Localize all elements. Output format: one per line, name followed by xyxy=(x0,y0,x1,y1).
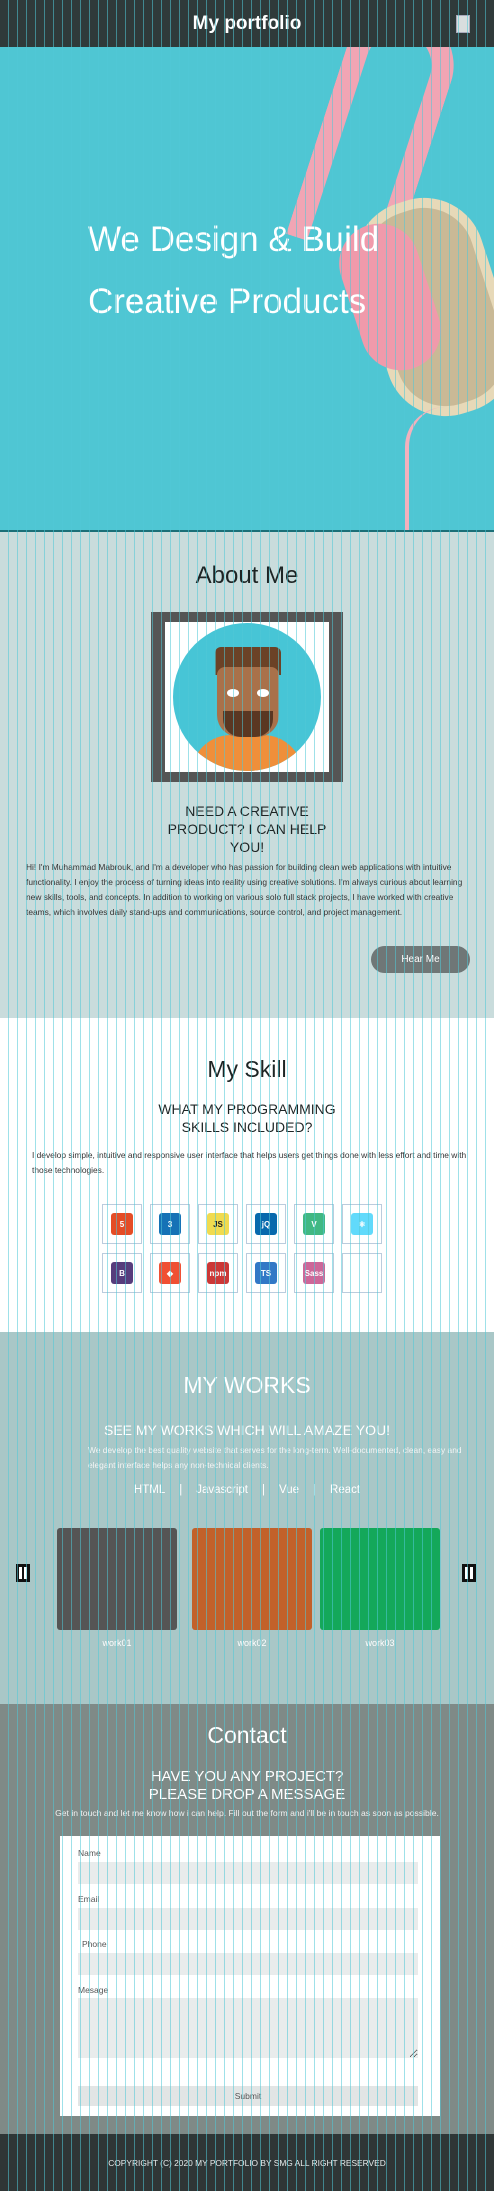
typescript-icon: TS xyxy=(255,1262,277,1284)
filter-vue[interactable]: Vue xyxy=(279,1484,299,1496)
work-card-1[interactable] xyxy=(57,1528,177,1630)
avatar xyxy=(173,623,321,771)
git-icon: ◆ xyxy=(159,1262,181,1284)
contact-paragraph: Get in touch and let me know how i can h… xyxy=(55,1808,439,1818)
skill-tile[interactable]: TS xyxy=(246,1253,286,1293)
about-title: About Me xyxy=(195,562,299,589)
submit-button[interactable]: Submit xyxy=(78,2086,418,2106)
hero-section: We Design & Build Creative Products xyxy=(0,47,494,532)
skills-section: My Skill WHAT MY PROGRAMMING SKILLS INCL… xyxy=(0,1018,494,1332)
npm-icon: npm xyxy=(207,1262,229,1284)
menu-icon[interactable] xyxy=(456,15,470,33)
skill-tile[interactable]: 3 xyxy=(150,1204,190,1244)
name-label: Name xyxy=(78,1848,101,1858)
avatar-eye-right xyxy=(257,689,269,697)
skill-tile[interactable]: ⚛ xyxy=(342,1204,382,1244)
filter-javascript[interactable]: Javascript xyxy=(196,1484,248,1496)
skill-tile[interactable]: jQ xyxy=(246,1204,286,1244)
works-title: MY WORKS xyxy=(183,1372,311,1398)
work-label-3: work03 xyxy=(365,1638,395,1648)
copyright-text: COPYRIGHT (C) 2020 MY PORTFOLIO BY SMG A… xyxy=(108,2157,386,2168)
phone-label: Phone xyxy=(82,1939,107,1949)
vue-icon: V xyxy=(303,1213,325,1235)
skill-tile[interactable]: B xyxy=(102,1253,142,1293)
works-filters: HTML | Javascript | Vue | React xyxy=(0,1484,494,1496)
work-card-3[interactable] xyxy=(320,1528,440,1630)
skills-paragraph: I develop simple, intuitive and responsi… xyxy=(32,1150,467,1175)
skills-subtitle: WHAT MY PROGRAMMING SKILLS INCLUDED? xyxy=(158,1101,336,1135)
jquery-icon: jQ xyxy=(255,1213,277,1235)
filter-separator: | xyxy=(313,1484,317,1496)
contact-form: Name Email Phone Mesage Submit xyxy=(60,1836,440,2116)
name-field[interactable] xyxy=(78,1862,418,1884)
css3-icon: 3 xyxy=(159,1213,181,1235)
phone-field[interactable] xyxy=(78,1953,418,1975)
skill-tile[interactable]: 5 xyxy=(102,1204,142,1244)
about-paragraph: Hi! I'm Muhammad Mabrouk, and I'm a deve… xyxy=(26,862,463,917)
filter-react[interactable]: React xyxy=(330,1484,360,1496)
footer: COPYRIGHT (C) 2020 MY PORTFOLIO BY SMG A… xyxy=(0,2134,494,2191)
works-subtitle: SEE MY WORKS WHICH WILL AMAZE YOU! xyxy=(103,1422,390,1438)
skill-tile[interactable]: npm xyxy=(198,1253,238,1293)
work-label-2: work02 xyxy=(237,1638,267,1648)
filter-separator: | xyxy=(179,1484,183,1496)
filter-separator: | xyxy=(262,1484,265,1496)
top-navbar: My portfolio xyxy=(0,0,494,47)
skill-tile[interactable]: JS xyxy=(198,1204,238,1244)
email-field[interactable] xyxy=(78,1908,418,1930)
skill-tile[interactable]: V xyxy=(294,1204,334,1244)
filter-html[interactable]: HTML xyxy=(134,1484,165,1496)
work-label-1: work01 xyxy=(102,1638,132,1648)
skill-tile[interactable]: Sass xyxy=(294,1253,334,1293)
avatar-frame xyxy=(151,612,343,782)
sass-icon: Sass xyxy=(303,1262,325,1284)
avatar-beard xyxy=(223,711,273,737)
contact-section: Contact HAVE YOU ANY PROJECT? PLEASE DRO… xyxy=(0,1704,494,2134)
skill-tile[interactable] xyxy=(342,1253,382,1293)
avatar-shirt xyxy=(191,735,303,771)
hear-me-button[interactable]: Hear Me xyxy=(371,946,470,973)
works-paragraph: We develop the best quality website that… xyxy=(88,1445,462,1470)
works-section: MY WORKS SEE MY WORKS WHICH WILL AMAZE Y… xyxy=(0,1332,494,1704)
avatar-background xyxy=(165,622,329,772)
message-field[interactable] xyxy=(78,1998,418,2058)
bootstrap-icon: B xyxy=(111,1262,133,1284)
email-label: Email xyxy=(78,1894,100,1904)
about-subtitle: NEED A CREATIVE PRODUCT? I CAN HELP YOU! xyxy=(167,803,327,855)
html5-icon: 5 xyxy=(111,1213,133,1235)
skills-title: My Skill xyxy=(207,1056,287,1082)
slider-prev-icon[interactable] xyxy=(16,1564,30,1582)
react-icon: ⚛ xyxy=(351,1213,373,1235)
avatar-eye-left xyxy=(227,689,239,697)
contact-title: Contact xyxy=(207,1722,287,1748)
message-label: Mesage xyxy=(78,1985,109,1995)
headphones-cable-image xyxy=(405,407,465,530)
javascript-icon: JS xyxy=(207,1213,229,1235)
skill-tile[interactable]: ◆ xyxy=(150,1253,190,1293)
about-section: About Me NEED A CREATIVE PRODUCT? I CAN … xyxy=(0,532,494,1018)
site-title[interactable]: My portfolio xyxy=(193,13,302,35)
contact-subtitle: HAVE YOU ANY PROJECT? PLEASE DROP A MESS… xyxy=(148,1768,346,1803)
skills-grid: 5 3 JS jQ V ⚛ B ◆ npm TS Sass xyxy=(102,1204,384,1293)
work-card-2[interactable] xyxy=(192,1528,312,1630)
hero-title: We Design & Build Creative Products xyxy=(88,220,380,321)
slider-next-icon[interactable] xyxy=(462,1564,476,1582)
